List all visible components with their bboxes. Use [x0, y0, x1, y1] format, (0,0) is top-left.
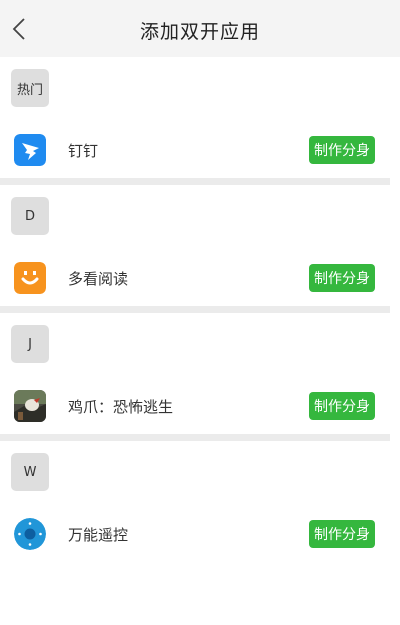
list-item: 万能遥控 制作分身 — [0, 509, 400, 559]
section-d: D 多看阅读 制作分身 — [0, 185, 400, 313]
make-clone-button[interactable]: 制作分身 — [309, 392, 375, 420]
app-name: 钉钉 — [68, 142, 99, 160]
section-index-badge: J — [11, 325, 49, 363]
section-w: W 万能遥控 制作分身 — [0, 441, 400, 569]
list-item: 鸡爪：恐怖逃生 制作分身 — [0, 381, 400, 431]
app-name: 万能遥控 — [68, 526, 129, 544]
list-item: 钉钉 制作分身 — [0, 125, 400, 175]
section-index-badge: D — [11, 197, 49, 235]
top-bar: 添加双开应用 — [0, 0, 400, 57]
section-j: J 鸡爪：恐怖逃生 制作分身 — [0, 313, 400, 441]
make-clone-button[interactable]: 制作分身 — [309, 136, 375, 164]
app-name: 鸡爪：恐怖逃生 — [68, 398, 174, 416]
list-item: 多看阅读 制作分身 — [0, 253, 400, 303]
game-icon — [14, 390, 46, 422]
section-index-badge: W — [11, 453, 49, 491]
section-hot: 热门 钉钉 制作分身 — [0, 57, 400, 185]
section-index-badge: 热门 — [11, 69, 49, 107]
divider — [0, 306, 390, 313]
remote-control-icon — [14, 518, 46, 550]
make-clone-button[interactable]: 制作分身 — [309, 520, 375, 548]
divider — [0, 434, 390, 441]
divider — [0, 178, 390, 185]
duokan-icon — [14, 262, 46, 294]
app-name: 多看阅读 — [68, 270, 129, 288]
page-title: 添加双开应用 — [139, 21, 260, 43]
make-clone-button[interactable]: 制作分身 — [309, 264, 375, 292]
dingtalk-icon — [14, 134, 46, 166]
